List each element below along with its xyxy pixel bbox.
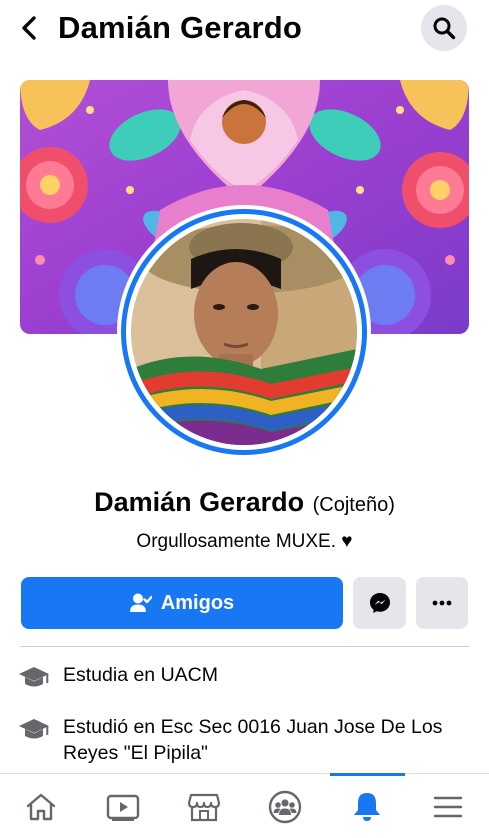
friends-button-label: Amigos [160, 591, 235, 614]
search-button[interactable] [421, 5, 467, 51]
graduation-cap-icon [19, 667, 49, 687]
nav-marketplace[interactable] [174, 774, 234, 838]
notifications-icon [354, 792, 380, 821]
chevron-left-icon [22, 16, 36, 40]
nav-video[interactable] [93, 774, 153, 838]
profile-name: Damián Gerardo [94, 487, 305, 517]
profile-name-row: Damián Gerardo (Cojteño) [0, 487, 489, 518]
nav-menu[interactable] [418, 774, 478, 838]
detail-prefix: Estudió en [63, 716, 161, 738]
message-button[interactable] [353, 577, 406, 629]
more-horizontal-icon [432, 600, 452, 606]
detail-education-past: Estudió en Esc Sec 0016 Juan Jose De Los… [18, 714, 463, 766]
detail-prefix: Estudia en [63, 664, 161, 686]
section-divider [20, 646, 469, 647]
back-button[interactable] [14, 10, 46, 46]
menu-icon [433, 796, 463, 817]
friends-button[interactable]: Amigos [21, 577, 343, 629]
school-link[interactable]: UACM [161, 664, 218, 686]
search-icon [433, 17, 456, 40]
graduation-cap-icon [19, 719, 49, 739]
messenger-icon [369, 593, 390, 613]
groups-icon [268, 790, 302, 823]
profile-bio: Orgullosamente MUXE. ♥ [136, 531, 353, 552]
profile-picture[interactable] [117, 205, 371, 459]
top-bar: Damián Gerardo [0, 0, 489, 58]
nav-notifications[interactable] [337, 774, 397, 838]
home-icon [26, 793, 56, 820]
story-ring [121, 209, 367, 455]
bottom-navigation [0, 773, 489, 838]
video-icon [106, 794, 140, 821]
avatar [131, 219, 357, 445]
detail-text: Estudió en Esc Sec 0016 Juan Jose De Los… [63, 714, 463, 766]
page-title: Damián Gerardo [58, 10, 302, 45]
nav-home[interactable] [11, 774, 71, 838]
alternate-name: (Cojteño) [312, 494, 395, 516]
more-options-button[interactable] [416, 577, 468, 629]
marketplace-icon [187, 793, 221, 821]
nav-groups[interactable] [255, 774, 315, 838]
detail-text: Estudia en UACM [63, 662, 463, 688]
friends-check-icon [129, 593, 152, 612]
detail-education-current: Estudia en UACM [18, 662, 463, 691]
